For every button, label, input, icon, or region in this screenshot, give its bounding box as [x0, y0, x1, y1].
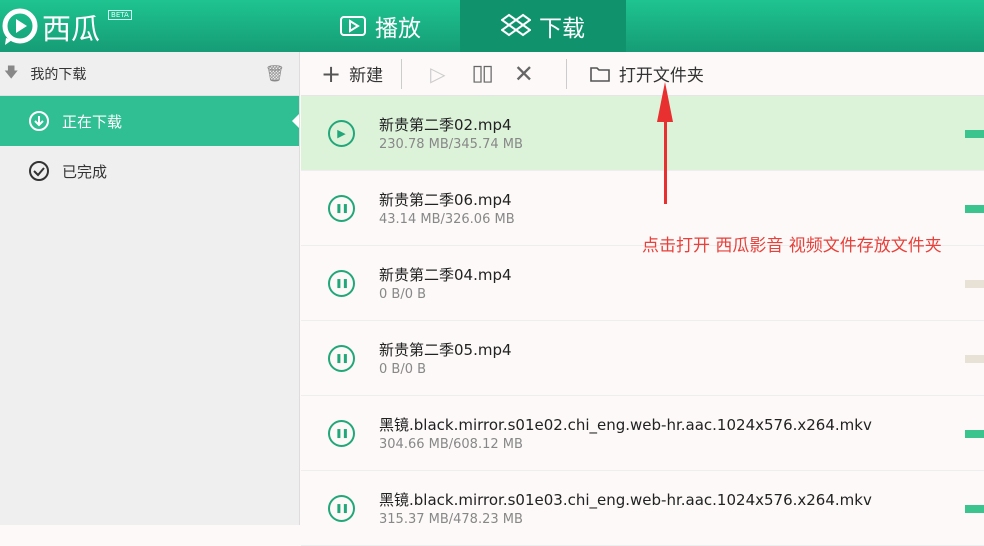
- file-name: 新贵第二季02.mp4: [379, 116, 512, 134]
- app-logo: 西瓜 BETA: [2, 6, 132, 48]
- file-size: 43.14 MB/326.06 MB: [379, 212, 515, 227]
- progress-bar: [965, 205, 984, 213]
- file-name: 新贵第二季06.mp4: [379, 191, 512, 209]
- pause-icon[interactable]: ❚❚: [328, 345, 355, 372]
- sidebar-item-label: 已完成: [62, 162, 108, 181]
- tab-play-label: 播放: [375, 16, 421, 42]
- app-name: 西瓜: [42, 12, 101, 46]
- sidebar: 🡇 我的下载 🗑 正在下载 已完成: [0, 52, 300, 525]
- folder-icon: [590, 66, 610, 82]
- plus-icon: +: [321, 59, 342, 88]
- sidebar-item-completed[interactable]: 已完成: [0, 146, 299, 196]
- dropbox-icon: [501, 13, 531, 37]
- xigua-logo-icon: [2, 8, 38, 45]
- open-folder-button[interactable]: 打开文件夹: [589, 61, 704, 86]
- active-caret: [292, 114, 299, 128]
- check-circle-icon: [29, 161, 49, 181]
- progress-bar: [965, 430, 984, 438]
- delete-button[interactable]: ✕: [514, 60, 534, 88]
- annotation-arrowhead: [657, 82, 673, 122]
- pause-button[interactable]: ▯▯: [472, 61, 494, 86]
- file-name: 新贵第二季04.mp4: [379, 266, 512, 284]
- progress-bar: [965, 505, 984, 513]
- file-size: 230.78 MB/345.74 MB: [379, 137, 523, 152]
- download-row[interactable]: ▶ 新贵第二季02.mp4 230.78 MB/345.74 MB: [301, 96, 984, 171]
- file-size: 0 B/0 B: [379, 287, 427, 302]
- resume-icon[interactable]: ▶: [328, 120, 355, 147]
- new-label: 新建: [349, 66, 384, 86]
- progress-bar: [965, 130, 984, 138]
- file-name: 黑镜.black.mirror.s01e02.chi_eng.web-hr.aa…: [379, 416, 872, 434]
- start-button[interactable]: ▷: [430, 62, 445, 86]
- pause-icon[interactable]: ❚❚: [328, 270, 355, 297]
- progress-fill: [965, 205, 984, 213]
- title-bar: 西瓜 BETA 播放 下载: [0, 0, 984, 52]
- toolbar: + 新建 ▷ ▯▯ ✕ 打开文件夹: [301, 52, 984, 96]
- play-icon: [340, 16, 366, 36]
- file-name: 黑镜.black.mirror.s01e03.chi_eng.web-hr.aa…: [379, 491, 872, 509]
- download-arrow-icon: 🡇: [4, 64, 19, 81]
- tab-download-label: 下载: [539, 16, 585, 42]
- pause-icon[interactable]: ❚❚: [328, 195, 355, 222]
- trash-icon[interactable]: 🗑: [265, 64, 285, 83]
- my-downloads-label: 我的下载: [30, 66, 87, 83]
- progress-fill: [965, 505, 984, 513]
- download-row[interactable]: ❚❚ 黑镜.black.mirror.s01e02.chi_eng.web-hr…: [301, 396, 984, 471]
- pause-icon[interactable]: ❚❚: [328, 495, 355, 522]
- progress-bar: [965, 355, 984, 363]
- progress-bar: [965, 280, 984, 288]
- divider: [401, 58, 403, 89]
- progress-fill: [965, 430, 984, 438]
- tab-download[interactable]: 下载: [460, 0, 626, 52]
- annotation-text: 点击打开 西瓜影音 视频文件存放文件夹: [642, 236, 942, 256]
- download-row[interactable]: ❚❚ 新贵第二季05.mp4 0 B/0 B: [301, 321, 984, 396]
- download-circle-icon: [29, 111, 49, 131]
- sidebar-item-downloading[interactable]: 正在下载: [0, 96, 299, 146]
- beta-badge: BETA: [108, 10, 132, 20]
- divider: [565, 58, 567, 89]
- my-downloads-header: 🡇 我的下载 🗑: [0, 52, 299, 96]
- file-name: 新贵第二季05.mp4: [379, 341, 512, 359]
- pause-icon[interactable]: ❚❚: [328, 420, 355, 447]
- file-size: 304.66 MB/608.12 MB: [379, 437, 523, 452]
- file-size: 0 B/0 B: [379, 362, 427, 377]
- sidebar-item-label: 正在下载: [62, 112, 123, 131]
- tab-play[interactable]: 播放: [300, 0, 460, 52]
- download-list: ▶ 新贵第二季02.mp4 230.78 MB/345.74 MB ❚❚ 新贵第…: [301, 96, 984, 546]
- progress-fill: [965, 130, 984, 138]
- download-row[interactable]: ❚❚ 黑镜.black.mirror.s01e03.chi_eng.web-hr…: [301, 471, 984, 546]
- new-button[interactable]: + 新建: [321, 60, 383, 88]
